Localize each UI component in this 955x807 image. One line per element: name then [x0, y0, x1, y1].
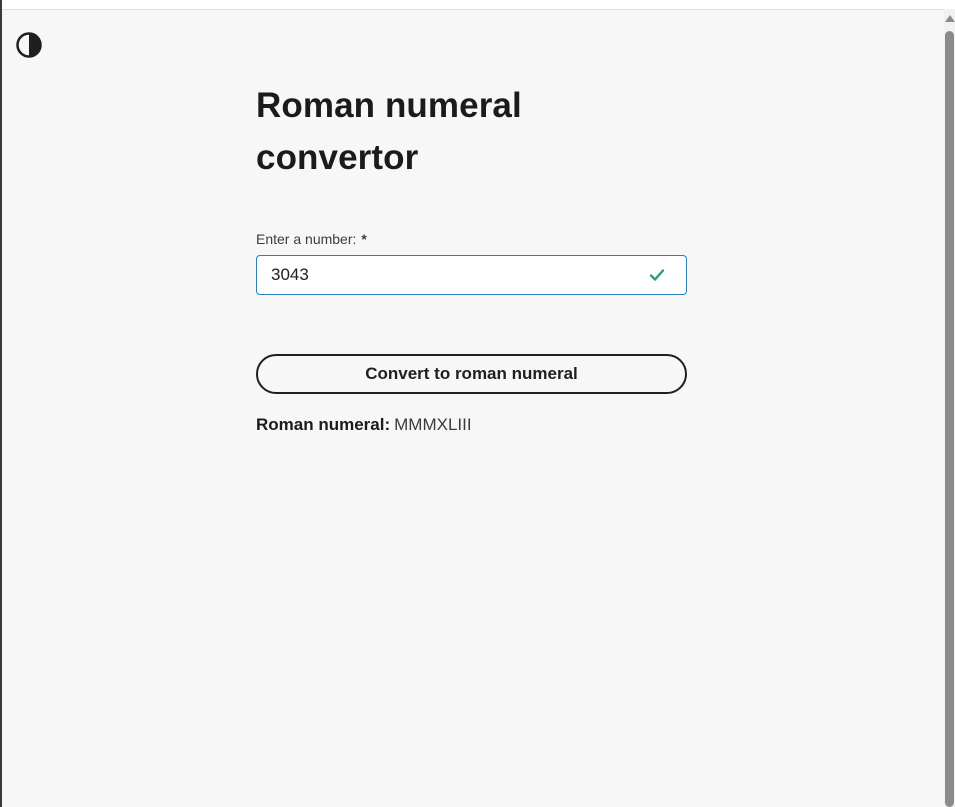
check-icon	[649, 269, 665, 281]
page-title: Roman numeral convertor	[256, 86, 522, 177]
required-asterisk: *	[361, 231, 367, 247]
theme-toggle-button[interactable]	[14, 30, 44, 60]
scrollbar-thumb[interactable]	[945, 31, 954, 807]
result-label: Roman numeral:	[256, 415, 391, 434]
number-input-wrapper	[256, 255, 687, 295]
scroll-up-arrow-icon[interactable]	[945, 15, 955, 22]
contrast-half-moon-icon	[16, 32, 42, 58]
number-input[interactable]	[257, 256, 686, 294]
result-line: Roman numeral: MMMXLIII	[256, 415, 687, 435]
result-value: MMMXLIII	[394, 415, 472, 434]
number-field-label-text: Enter a number:	[256, 231, 357, 247]
converter-form-container: Roman numeral convertor Enter a number: *…	[256, 80, 687, 435]
convert-button[interactable]: Convert to roman numeral	[256, 354, 687, 394]
vertical-scrollbar[interactable]	[944, 9, 955, 807]
number-field-label: Enter a number: *	[256, 229, 687, 249]
